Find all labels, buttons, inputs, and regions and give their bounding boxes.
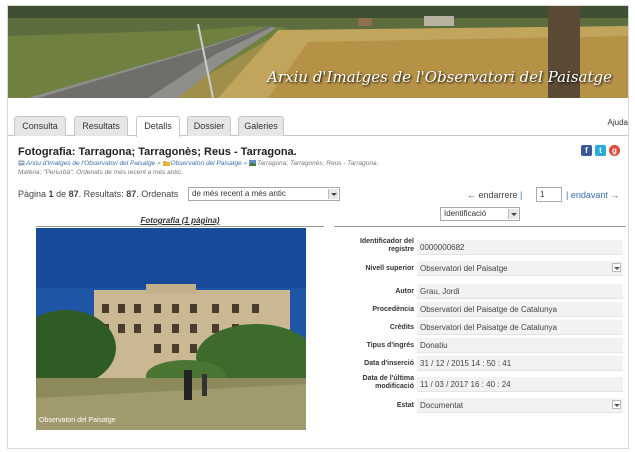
- chevron-down-icon: [328, 189, 338, 199]
- metadata-value: Documentat: [420, 401, 464, 410]
- metadata-label: Procedència: [372, 306, 414, 313]
- pager-separator: |: [520, 190, 523, 200]
- metadata-row-data-modificacio: Data de l'última modificació 11 / 03 / 2…: [334, 372, 626, 392]
- tab-dossier[interactable]: Dossier: [187, 116, 231, 136]
- metadata-value: Observatori del Paisatge: [420, 264, 508, 273]
- metadata-label: Nivell superior: [365, 265, 414, 272]
- metadata-row-data-insercio: Data d'inserció 31 / 12 / 2015 14 : 50 :…: [334, 356, 626, 373]
- page-label: Pàgina: [18, 189, 47, 199]
- chevron-down-icon: [508, 209, 518, 219]
- status-select[interactable]: Documentat: [417, 398, 623, 413]
- metadata-value: 31 / 12 / 2015 14 : 50 : 41: [417, 356, 623, 371]
- banner: Arxiu d'Imatges de l'Observatori del Pai…: [8, 6, 628, 98]
- sort-select[interactable]: de més recent a més antic: [188, 187, 340, 201]
- breadcrumb: Arxiu d'Imatges de l'Observatori del Pai…: [18, 160, 378, 168]
- metadata-value: Donatiu: [417, 338, 623, 353]
- google-plus-icon[interactable]: g: [609, 145, 620, 156]
- metadata-row-autor: Autor Grau, Jordi: [334, 284, 626, 301]
- sorted-label: Ordenats: [141, 189, 179, 199]
- metadata-row-procedencia: Procedència Observatori del Paisatge de …: [334, 302, 626, 319]
- tab-consulta[interactable]: Consulta: [14, 116, 66, 136]
- parent-level-select[interactable]: Observatori del Paisatge: [417, 261, 623, 276]
- chevron-down-icon: [612, 400, 621, 409]
- record-title: Fotografia: Tarragona; Tarragonès; Reus …: [18, 146, 297, 158]
- metadata-label: Crèdits: [389, 324, 414, 331]
- archive-icon: [18, 160, 25, 166]
- photo-section-heading: Fotografia (1 pàgina): [36, 216, 324, 227]
- metadata-value: Observatori del Paisatge de Catalunya: [417, 320, 623, 335]
- image-icon: [248, 160, 256, 166]
- subject-line: Matèria: "Periurbà". Ordenats de més rec…: [18, 169, 183, 176]
- metadata-row-nivell-superior: Nivell superior Observatori del Paisatge: [334, 261, 626, 278]
- breadcrumb-root-link[interactable]: Arxiu d'Imatges de l'Observatori del Pai…: [26, 160, 155, 167]
- results-label: Resultats:: [83, 189, 124, 199]
- prev-page-label: ← endarrere: [467, 190, 518, 200]
- metadata-row-credits: Crèdits Observatori del Paisatge de Cata…: [334, 320, 626, 337]
- metadata-divider: [334, 226, 626, 227]
- metadata-row-tipus-ingres: Tipus d'ingrés Donatiu: [334, 338, 626, 355]
- page-frame: Arxiu d'Imatges de l'Observatori del Pai…: [7, 5, 629, 449]
- current-page: 1: [48, 189, 54, 199]
- view-select-value: Identificació: [444, 209, 487, 218]
- metadata-label: Data de l'última modificació: [362, 375, 414, 390]
- page-number-input[interactable]: 1: [536, 187, 562, 202]
- help-link[interactable]: Ajuda: [608, 118, 628, 127]
- photo-caption: Observatori del Paisatge: [39, 417, 116, 424]
- total-pages: 87: [68, 189, 79, 199]
- breadcrumb-separator: »: [243, 160, 248, 167]
- photo-section-title[interactable]: Fotografia (1 pàgina): [140, 216, 219, 225]
- twitter-icon[interactable]: t: [595, 145, 606, 156]
- metadata-value: 11 / 03 / 2017 16 : 40 : 24: [417, 377, 623, 392]
- metadata-label: Data d'inserció: [364, 360, 414, 367]
- prev-page-link[interactable]: ← endarrere |: [467, 190, 522, 200]
- folder-icon: [162, 161, 170, 166]
- next-page-link[interactable]: | endavant →: [566, 190, 619, 200]
- metadata-label: Estat: [396, 402, 414, 409]
- metadata-label: Autor: [395, 288, 414, 295]
- results-count: 87: [126, 189, 137, 199]
- pager-info: Pàgina 1 de 87. Resultats: 87. Ordenats: [18, 189, 179, 199]
- breadcrumb-current: Tarragona; Tarragonès; Reus - Tarragona.: [256, 160, 379, 167]
- metadata-label: Tipus d'ingrés: [366, 342, 414, 349]
- tab-galeries[interactable]: Galeries: [238, 116, 284, 136]
- of-label: de: [56, 189, 67, 199]
- tab-bar: Consulta Resultats Detalls Dossier Galer…: [8, 114, 628, 137]
- view-select[interactable]: Identificació: [440, 207, 520, 221]
- metadata-row-estat: Estat Documentat: [334, 398, 626, 415]
- metadata-value: Grau, Jordi: [417, 284, 623, 299]
- breadcrumb-collection-link[interactable]: Observatori del Paisatge: [171, 160, 242, 167]
- sort-select-value: de més recent a més antic: [192, 189, 286, 198]
- metadata-value: Observatori del Paisatge de Catalunya: [417, 302, 623, 317]
- tab-detalls[interactable]: Detalls: [136, 116, 180, 137]
- photo-image: [36, 228, 306, 430]
- banner-title: Arxiu d'Imatges de l'Observatori del Pai…: [267, 68, 612, 86]
- metadata-row-identificador: Identificador del registre 0000000682: [334, 234, 626, 255]
- tab-resultats[interactable]: Resultats: [74, 116, 128, 136]
- breadcrumb-separator: »: [157, 160, 161, 167]
- facebook-icon[interactable]: f: [581, 145, 592, 156]
- chevron-down-icon: [612, 263, 621, 272]
- metadata-value: 0000000682: [417, 240, 623, 255]
- record-photo[interactable]: Observatori del Paisatge: [36, 228, 306, 430]
- metadata-label: Identificador del registre: [359, 238, 414, 253]
